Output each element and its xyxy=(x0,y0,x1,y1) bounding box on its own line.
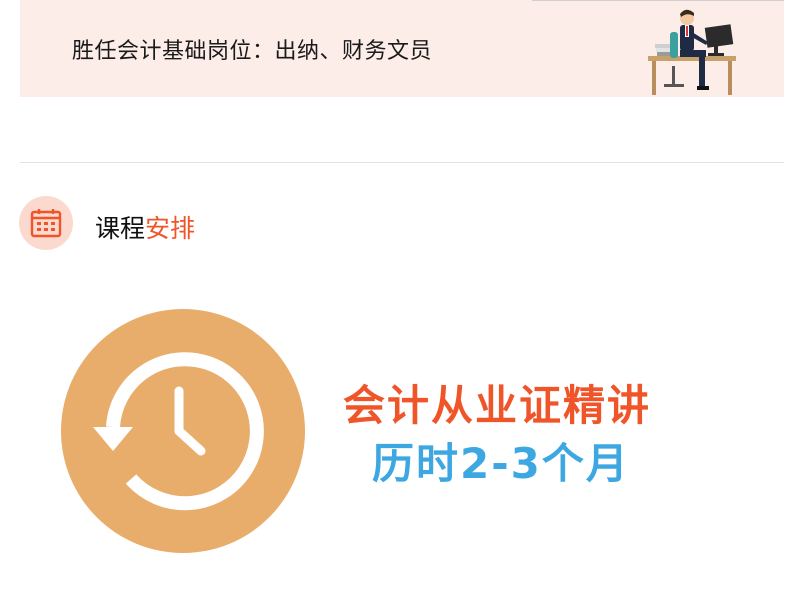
section-divider xyxy=(20,162,784,163)
history-clock-icon xyxy=(93,352,264,511)
promo-line-2: 历时2-3个月 xyxy=(372,439,630,488)
section-title-main: 课程 xyxy=(95,214,146,243)
top-rule xyxy=(532,0,784,1)
calendar-badge xyxy=(19,196,73,250)
banner-text: 胜任会计基础岗位：出纳、财务文员 xyxy=(72,39,433,64)
section-title: 课程安排 xyxy=(95,209,195,245)
calendar-icon xyxy=(30,209,62,238)
section-title-accent: 安排 xyxy=(145,214,196,243)
promo-line-1: 会计从业证精讲 xyxy=(343,381,652,430)
clock-badge xyxy=(61,309,305,553)
office-worker-illustration xyxy=(648,9,736,95)
